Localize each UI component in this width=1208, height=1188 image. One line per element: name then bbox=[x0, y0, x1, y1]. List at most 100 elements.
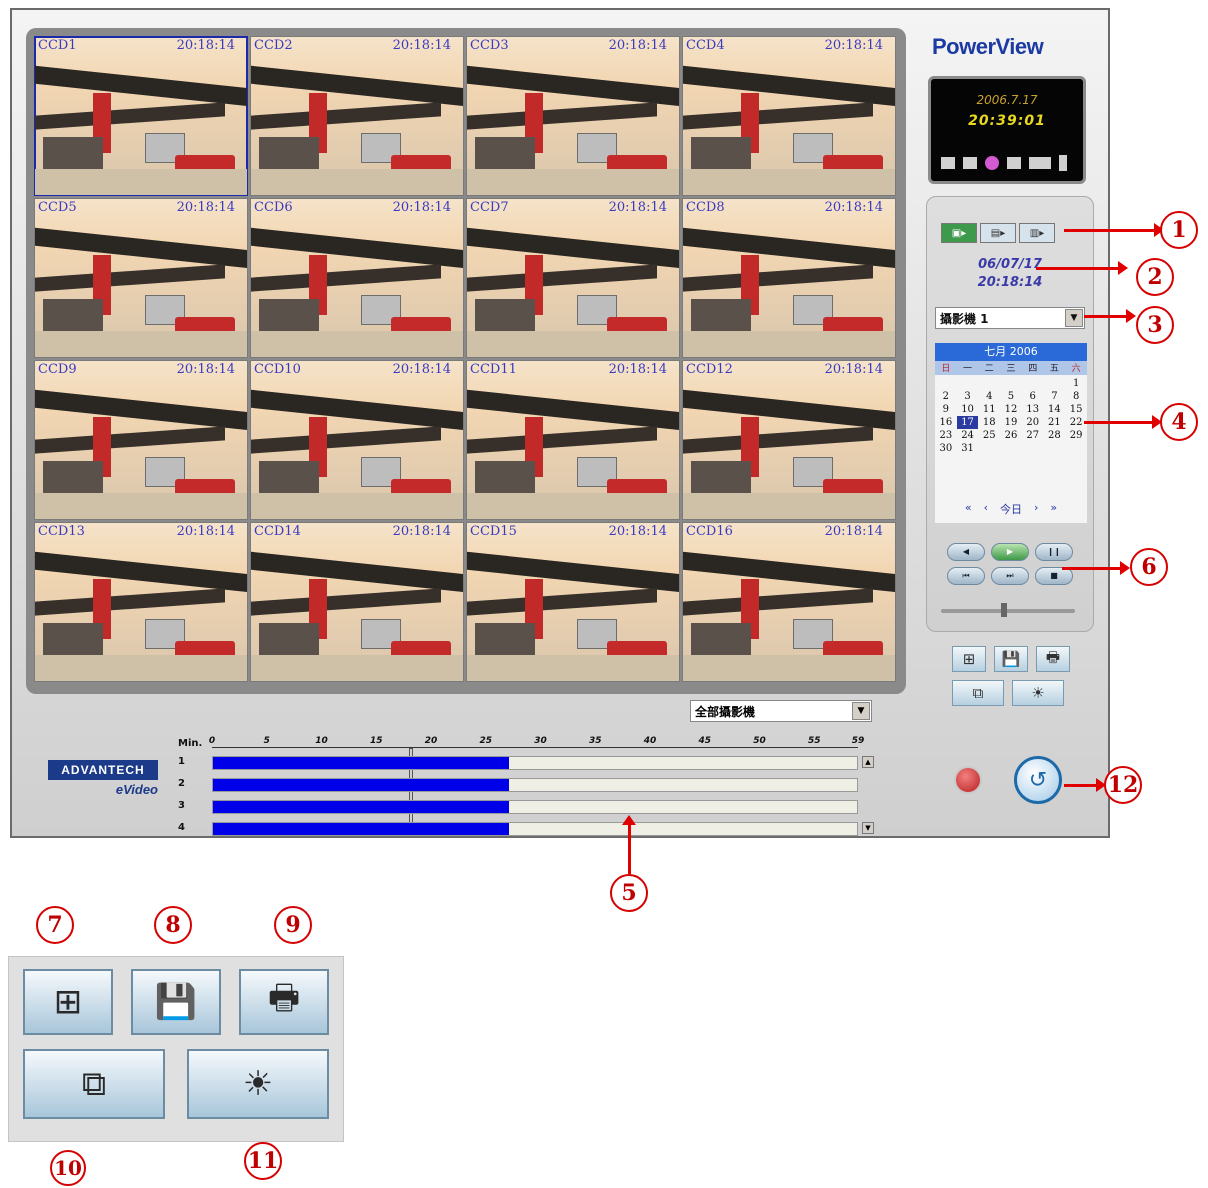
calendar-day[interactable]: 28 bbox=[1044, 429, 1066, 442]
camera-label: CCD9 bbox=[38, 362, 77, 377]
device-status-icon bbox=[1059, 155, 1067, 171]
camera-view[interactable]: CCD2 20:18:14 bbox=[250, 36, 464, 196]
all-cameras-select[interactable]: 全部攝影機 ▼ bbox=[690, 700, 872, 722]
calendar-day[interactable]: 9 bbox=[935, 403, 957, 416]
camera-view[interactable]: CCD15 20:18:14 bbox=[466, 522, 680, 682]
layout-button[interactable]: ⊞ bbox=[952, 646, 986, 672]
calendar-day[interactable]: 10 bbox=[957, 403, 979, 416]
camera-view[interactable]: CCD10 20:18:14 bbox=[250, 360, 464, 520]
brightness-button[interactable]: ☀ bbox=[1012, 680, 1064, 706]
playback-mode-button[interactable]: ▤▸ bbox=[980, 223, 1016, 243]
layout-button-large[interactable]: ⊞ bbox=[23, 969, 113, 1035]
calendar-nav-button[interactable]: › bbox=[1034, 501, 1038, 517]
calendar-day[interactable]: 5 bbox=[1000, 390, 1022, 403]
calendar-day[interactable]: 19 bbox=[1000, 416, 1022, 429]
calendar-day[interactable]: 6 bbox=[1022, 390, 1044, 403]
camera-view[interactable]: CCD8 20:18:14 bbox=[682, 198, 896, 358]
timeline-scroll-up[interactable]: ▲ bbox=[862, 756, 874, 768]
calendar-day[interactable]: 27 bbox=[1022, 429, 1044, 442]
calendar-day[interactable]: 2 bbox=[935, 390, 957, 403]
exit-button[interactable] bbox=[954, 766, 982, 794]
scene-shelf bbox=[683, 264, 873, 292]
pause-button[interactable]: ❙❙ bbox=[1035, 543, 1073, 561]
calendar-day[interactable]: 21 bbox=[1044, 416, 1066, 429]
print-button[interactable]: 🖶 bbox=[1036, 646, 1070, 672]
scene-floor bbox=[35, 493, 247, 519]
camera-view[interactable]: CCD7 20:18:14 bbox=[466, 198, 680, 358]
timeline-scroll-down[interactable]: ▼ bbox=[862, 822, 874, 834]
calendar-nav-button[interactable]: ‹ bbox=[984, 501, 988, 517]
snapshot-button-large[interactable]: ⧉ bbox=[23, 1049, 165, 1119]
calendar-day[interactable]: 3 bbox=[957, 390, 979, 403]
calendar-day[interactable]: 31 bbox=[957, 442, 979, 455]
step-forward-button[interactable]: ⏭ bbox=[991, 567, 1029, 585]
callout-arrow bbox=[1084, 415, 1162, 429]
printer-icon: 🖶 bbox=[267, 977, 301, 1018]
calendar-day[interactable]: 24 bbox=[957, 429, 979, 442]
scene-shelf bbox=[467, 588, 657, 616]
snapshot-button[interactable]: ⧉ bbox=[952, 680, 1004, 706]
camera-view[interactable]: CCD9 20:18:14 bbox=[34, 360, 248, 520]
speed-slider-thumb[interactable] bbox=[1001, 603, 1007, 617]
calendar-day[interactable]: 20 bbox=[1022, 416, 1044, 429]
calendar-day[interactable]: 17 bbox=[956, 416, 979, 429]
calendar-day[interactable]: 26 bbox=[1000, 429, 1022, 442]
camera-view[interactable]: CCD12 20:18:14 bbox=[682, 360, 896, 520]
scene-shelf bbox=[251, 65, 463, 107]
camera-view[interactable]: CCD3 20:18:14 bbox=[466, 36, 680, 196]
camera-view[interactable]: CCD11 20:18:14 bbox=[466, 360, 680, 520]
timeline-track[interactable] bbox=[212, 800, 858, 814]
chevron-down-icon[interactable]: ▼ bbox=[1065, 309, 1083, 327]
callout-arrow bbox=[1064, 223, 1164, 237]
speed-slider[interactable] bbox=[941, 603, 1075, 617]
camera-view[interactable]: CCD14 20:18:14 bbox=[250, 522, 464, 682]
calendar-day[interactable]: 15 bbox=[1065, 403, 1087, 416]
camera-view[interactable]: CCD16 20:18:14 bbox=[682, 522, 896, 682]
calendar-day[interactable]: 7 bbox=[1044, 390, 1066, 403]
brightness-button-large[interactable]: ☀ bbox=[187, 1049, 329, 1119]
rewind-button[interactable]: ◀ bbox=[947, 543, 985, 561]
camera-view[interactable]: CCD4 20:18:14 bbox=[682, 36, 896, 196]
camera-timestamp: 20:18:14 bbox=[608, 38, 667, 53]
timeline-recorded-segment bbox=[213, 801, 509, 813]
recording-timeline[interactable]: Min. 0 5 10 15 20 25 30 35 40 45 50 55 59 ▲ ▼ 1 2 3 4 bbox=[178, 732, 874, 838]
calendar-day[interactable]: 29 bbox=[1065, 429, 1087, 442]
return-arrow-icon: ↺ bbox=[1028, 767, 1048, 793]
timeline-track[interactable] bbox=[212, 822, 858, 836]
calendar-day[interactable]: 23 bbox=[935, 429, 957, 442]
search-mode-button[interactable]: ▥▸ bbox=[1019, 223, 1055, 243]
save-button[interactable]: 💾 bbox=[994, 646, 1028, 672]
return-button[interactable]: ↺ bbox=[1014, 756, 1062, 804]
camera-select[interactable]: 攝影機 1 ▼ bbox=[935, 307, 1085, 329]
calendar-day[interactable]: 13 bbox=[1022, 403, 1044, 416]
brightness-icon: ☀ bbox=[242, 1064, 274, 1104]
calendar-day bbox=[1000, 377, 1022, 390]
chevron-down-icon[interactable]: ▼ bbox=[852, 702, 870, 720]
step-back-button[interactable]: ⏮ bbox=[947, 567, 985, 585]
timeline-track[interactable] bbox=[212, 778, 858, 792]
calendar-day[interactable]: 4 bbox=[978, 390, 1000, 403]
calendar-day[interactable]: 18 bbox=[978, 416, 1000, 429]
camera-view[interactable]: CCD5 20:18:14 bbox=[34, 198, 248, 358]
calendar-day[interactable]: 14 bbox=[1044, 403, 1066, 416]
calendar-day[interactable]: 30 bbox=[935, 442, 957, 455]
save-button-large[interactable]: 💾 bbox=[131, 969, 221, 1035]
timeline-track[interactable] bbox=[212, 756, 858, 770]
calendar-day[interactable]: 12 bbox=[1000, 403, 1022, 416]
live-mode-button[interactable]: ▣▸ bbox=[941, 223, 977, 243]
calendar-day[interactable]: 1 bbox=[1065, 377, 1087, 390]
calendar-day[interactable]: 11 bbox=[978, 403, 1000, 416]
calendar-nav-button[interactable]: « bbox=[965, 501, 972, 517]
timeline-tick-label: 40 bbox=[643, 736, 657, 746]
print-button-large[interactable]: 🖶 bbox=[239, 969, 329, 1035]
calendar-day[interactable]: 16 bbox=[935, 416, 957, 429]
play-button[interactable]: ▶ bbox=[991, 543, 1029, 561]
calendar-nav-button[interactable]: 今日 bbox=[1000, 501, 1022, 517]
camera-view[interactable]: CCD6 20:18:14 bbox=[250, 198, 464, 358]
camera-view[interactable]: CCD13 20:18:14 bbox=[34, 522, 248, 682]
scene-floor bbox=[467, 331, 679, 357]
camera-view[interactable]: CCD1 20:18:14 bbox=[34, 36, 248, 196]
calendar-day[interactable]: 8 bbox=[1065, 390, 1087, 403]
calendar-nav-button[interactable]: » bbox=[1050, 501, 1057, 517]
calendar-day[interactable]: 25 bbox=[978, 429, 1000, 442]
